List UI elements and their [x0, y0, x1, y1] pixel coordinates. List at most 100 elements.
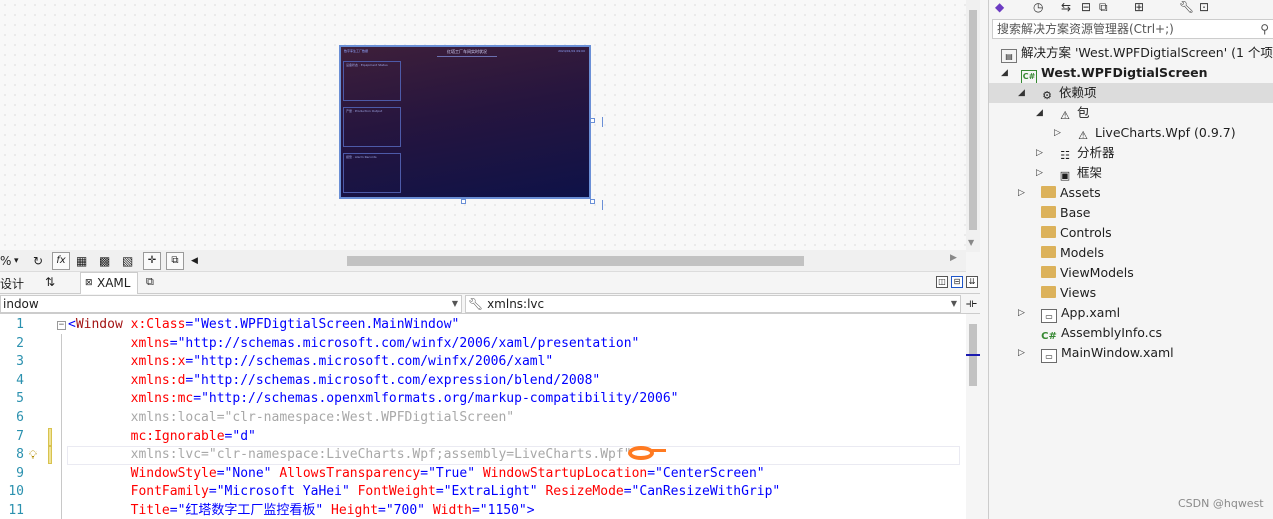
resize-handle-right[interactable]: [590, 118, 595, 123]
snap-grid-icon[interactable]: ▩: [99, 252, 110, 270]
grid-icon[interactable]: ▦: [76, 252, 87, 270]
lightbulb-icon[interactable]: 💡︎: [26, 448, 40, 462]
solution-search-input[interactable]: 搜索解决方案资源管理器(Ctrl+;) ⚲: [992, 19, 1273, 39]
vs-icon[interactable]: ◆: [995, 0, 1004, 14]
code-token: =: [647, 465, 656, 481]
tree-folder[interactable]: ViewModels: [989, 263, 1134, 283]
code-line[interactable]: 10 FontFamily="Microsoft YaHei" FontWeig…: [0, 483, 966, 502]
tab-xaml[interactable]: ⊠ XAML: [80, 272, 138, 294]
expanded-icon[interactable]: ◢: [1001, 63, 1008, 83]
tree-project[interactable]: ◢ C# West.WPFDigtialScreen: [1001, 63, 1208, 84]
tree-file[interactable]: ▷ ▭ App.xaml: [989, 303, 1120, 323]
refresh-icon[interactable]: ↻: [33, 252, 43, 270]
tree-label: Assets: [1060, 185, 1101, 200]
tree-folder[interactable]: Views: [989, 283, 1096, 303]
code-line[interactable]: 9 WindowStyle="None" AllowsTransparency=…: [0, 465, 966, 484]
collapse-all-icon[interactable]: ⊟: [1081, 0, 1091, 14]
collapsed-icon[interactable]: ▷: [1054, 123, 1061, 143]
scroll-right-icon[interactable]: ▶: [950, 253, 957, 263]
horizontal-split-icon[interactable]: ⊟: [951, 276, 963, 288]
history-icon[interactable]: ◷: [1033, 0, 1043, 14]
fx-button[interactable]: fx: [52, 252, 70, 270]
tree-solution[interactable]: ▤ 解决方案 'West.WPFDigtialScreen' (1 个项目,: [1001, 43, 1273, 63]
show-all-files-icon[interactable]: ⧉: [1099, 0, 1108, 15]
collapsed-icon[interactable]: ▷: [1036, 143, 1043, 163]
expanded-icon[interactable]: ◢: [1018, 83, 1025, 103]
tree-label: Controls: [1060, 225, 1112, 240]
code-token: =: [169, 503, 178, 518]
preview-panel-label: 产量 · Production Output: [346, 109, 383, 113]
vertical-split-icon[interactable]: ◫: [936, 276, 948, 288]
code-line[interactable]: 3 xmlns:x="http://schemas.microsoft.com/…: [0, 353, 966, 372]
preview-subtitle-right: 2024/01/01 09:00: [558, 49, 585, 53]
member-dropdown[interactable]: 🔧︎ xmlns:lvc ▼: [465, 295, 961, 313]
properties-icon[interactable]: 🔧︎: [1179, 0, 1194, 14]
change-marker: [48, 446, 52, 465]
tree-label: 解决方案 'West.WPFDigtialScreen' (1 个项目,: [1021, 45, 1273, 60]
designer-vertical-scrollbar[interactable]: ▼: [966, 0, 980, 252]
code-token: xmlns:lvc="clr-namespace:LiveCharts.Wpf;…: [68, 447, 632, 463]
device-preview-button[interactable]: ⧉: [166, 252, 184, 270]
code-token: AllowsTransparency: [271, 465, 421, 481]
collapsed-icon[interactable]: ▷: [1018, 343, 1025, 363]
sync-icon[interactable]: ⇆: [1061, 0, 1071, 14]
scroll-left-icon[interactable]: ◀: [191, 252, 198, 270]
tree-packages[interactable]: ◢ ⚠ 包: [989, 103, 1090, 123]
line-number: 9: [16, 465, 24, 481]
code-line[interactable]: 6 xmlns:local="clr-namespace:West.WPFDig…: [0, 409, 966, 428]
code-token: WindowStyle: [68, 465, 217, 481]
tab-design[interactable]: 设计: [0, 275, 24, 292]
scrollbar-thumb[interactable]: [969, 10, 977, 230]
code-line[interactable]: 1 <Window x:Class="West.WPFDigtialScreen.…: [0, 316, 966, 335]
collapse-icon[interactable]: −: [57, 321, 66, 330]
tree-package-item[interactable]: ▷ ⚠ LiveCharts.Wpf (0.9.7): [989, 123, 1236, 143]
editor-vertical-scrollbar[interactable]: [966, 314, 980, 519]
tree-frameworks[interactable]: ▷ ▣ 框架: [989, 163, 1102, 183]
tree-file[interactable]: ▷ ▭ MainWindow.xaml: [989, 343, 1174, 363]
code-line[interactable]: 2 xmlns="http://schemas.microsoft.com/wi…: [0, 335, 966, 354]
code-token: Title: [68, 503, 170, 518]
popout-icon[interactable]: ⧉: [146, 275, 154, 289]
code-line[interactable]: 11 Title="红塔数字工厂监控看板" Height="700" Width…: [0, 502, 966, 519]
tree-label: Base: [1060, 205, 1091, 220]
tree-folder[interactable]: Controls: [989, 223, 1112, 243]
design-surface[interactable]: 数字孪生工厂数据 红塔工厂车间实时状况 2024/01/01 09:00 设备状…: [0, 0, 966, 250]
swap-panes-icon[interactable]: ⇅: [45, 275, 55, 289]
zoom-level[interactable]: %: [0, 252, 11, 270]
code-token: "True": [428, 465, 476, 481]
zoom-dropdown-icon[interactable]: ▾: [14, 252, 19, 270]
expanded-icon[interactable]: ◢: [1036, 103, 1043, 123]
snap-lines-button[interactable]: ✛: [143, 252, 161, 270]
code-line[interactable]: 4 xmlns:d="http://schemas.microsoft.com/…: [0, 372, 966, 391]
code-token: =: [208, 484, 217, 500]
collapsed-icon[interactable]: ▷: [1018, 183, 1025, 203]
line-number: 8: [16, 447, 24, 463]
search-icon[interactable]: ⚲: [1260, 20, 1269, 38]
collapsed-icon[interactable]: ▷: [1036, 163, 1043, 183]
resize-handle-corner[interactable]: [590, 199, 595, 204]
filter-icon[interactable]: ⊞: [1134, 0, 1144, 14]
tree-folder[interactable]: Models: [989, 243, 1104, 263]
scroll-down-icon[interactable]: ▼: [968, 238, 974, 247]
code-line[interactable]: 8 xmlns:lvc="clr-namespace:LiveCharts.Wp…: [0, 446, 966, 465]
preview-icon[interactable]: ⊡: [1199, 0, 1209, 14]
artboard-icon[interactable]: ▧: [122, 252, 133, 270]
window-preview[interactable]: 数字孪生工厂数据 红塔工厂车间实时状况 2024/01/01 09:00 设备状…: [339, 45, 591, 199]
element-dropdown[interactable]: indow ▼: [0, 295, 462, 313]
resize-handle-bottom[interactable]: [461, 199, 466, 204]
code-line[interactable]: 7 mc:Ignorable="d": [0, 427, 966, 447]
tree-folder[interactable]: ▷ Assets: [989, 183, 1101, 203]
split-window-icon[interactable]: ⟛: [966, 296, 977, 311]
designer-horizontal-scrollbar[interactable]: ▶: [205, 253, 957, 266]
tree-analyzers[interactable]: ▷ ☷ 分析器: [989, 143, 1115, 163]
collapsed-icon[interactable]: ▷: [1018, 303, 1025, 323]
search-placeholder: 搜索解决方案资源管理器(Ctrl+;): [997, 22, 1174, 36]
tree-dependencies[interactable]: ◢ ⚙ 依赖项: [989, 83, 1273, 103]
preview-panel-label: 报警 · Alarm Records: [346, 155, 377, 159]
code-line[interactable]: 5 xmlns:mc="http://schemas.openxmlformat…: [0, 390, 966, 409]
xaml-code-editor[interactable]: 1 <Window x:Class="West.WPFDigtialScreen.…: [0, 314, 966, 519]
tree-file[interactable]: C# AssemblyInfo.cs: [989, 323, 1162, 343]
tree-folder[interactable]: Base: [989, 203, 1090, 223]
collapse-pane-icon[interactable]: ⇊: [966, 276, 978, 288]
scrollbar-thumb[interactable]: [347, 256, 804, 266]
